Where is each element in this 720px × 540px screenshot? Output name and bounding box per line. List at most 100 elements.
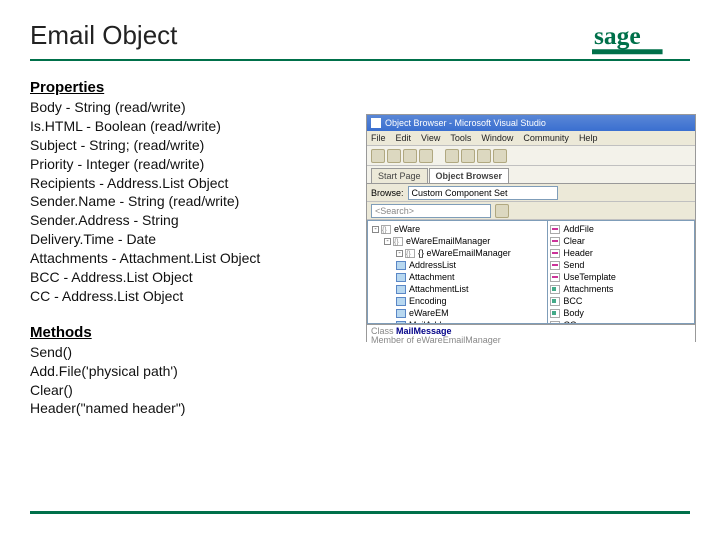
menu-item[interactable]: Tools xyxy=(450,133,471,143)
tree-node[interactable]: MailAddress xyxy=(370,319,545,324)
object-browser-window: Object Browser - Microsoft Visual Studio… xyxy=(366,114,696,342)
member-item[interactable]: Attachments xyxy=(550,283,692,295)
tree-label: Attachment xyxy=(409,271,455,283)
tree-node[interactable]: - {} eWareEmailManager xyxy=(370,247,545,259)
member-label: Header xyxy=(563,247,593,259)
document-tabs[interactable]: Start Page Object Browser xyxy=(367,166,695,184)
method-line: Add.File('physical path') xyxy=(30,362,690,381)
tree-label: eWareEM xyxy=(409,307,449,319)
member-label: CC xyxy=(563,319,576,324)
member-list-pane[interactable]: AddFileClearHeaderSendUseTemplateAttachm… xyxy=(547,220,695,324)
tree-label: eWareEmailManager xyxy=(406,235,490,247)
class-icon xyxy=(396,285,406,294)
tab-start-page[interactable]: Start Page xyxy=(371,168,428,183)
svg-text:sage: sage xyxy=(594,21,641,50)
class-icon xyxy=(396,297,406,306)
tree-node[interactable]: AttachmentList xyxy=(370,283,545,295)
menu-item[interactable]: Window xyxy=(481,133,513,143)
toolbar-icon[interactable] xyxy=(419,149,433,163)
toolbar-icon[interactable] xyxy=(387,149,401,163)
tree-node[interactable]: AddressList xyxy=(370,259,545,271)
properties-header: Properties xyxy=(30,79,690,96)
member-item[interactable]: AddFile xyxy=(550,223,692,235)
tree-label: MailAddress xyxy=(409,319,459,324)
toolbar-icon[interactable] xyxy=(445,149,459,163)
search-input[interactable]: <Search> xyxy=(371,204,491,218)
title-divider xyxy=(30,59,690,61)
toolbar-icon[interactable] xyxy=(371,149,385,163)
method-icon xyxy=(550,225,560,234)
menu-item[interactable]: Community xyxy=(523,133,569,143)
window-title: Object Browser - Microsoft Visual Studio xyxy=(385,115,546,131)
tree-node[interactable]: - eWare xyxy=(370,223,545,235)
method-icon xyxy=(550,273,560,282)
menu-bar[interactable]: File Edit View Tools Window Community Help xyxy=(367,131,695,146)
method-line: Send() xyxy=(30,343,690,362)
detail-pane: Class MailMessage Member of eWareEmailMa… xyxy=(367,324,695,343)
method-line: Header("named header") xyxy=(30,399,690,418)
browse-label: Browse: xyxy=(371,188,404,198)
tree-node[interactable]: Encoding xyxy=(370,295,545,307)
menu-item[interactable]: View xyxy=(421,133,440,143)
property-icon xyxy=(550,285,560,294)
toolbar-icon[interactable] xyxy=(461,149,475,163)
window-titlebar: Object Browser - Microsoft Visual Studio xyxy=(367,115,695,131)
member-label: UseTemplate xyxy=(563,271,616,283)
tree-label: AttachmentList xyxy=(409,283,469,295)
page-title: Email Object xyxy=(30,20,690,51)
member-item[interactable]: CC xyxy=(550,319,692,324)
menu-item[interactable]: Edit xyxy=(396,133,412,143)
namespace-tree-pane[interactable]: -eWare-eWareEmailManager-{} eWareEmailMa… xyxy=(367,220,547,324)
browse-bar: Browse: Custom Component Set xyxy=(367,184,695,202)
member-item[interactable]: Clear xyxy=(550,235,692,247)
member-label: Body xyxy=(563,307,584,319)
namespace-icon xyxy=(405,249,415,258)
member-label: BCC xyxy=(563,295,582,307)
tree-node[interactable]: - eWareEmailManager xyxy=(370,235,545,247)
browse-dropdown[interactable]: Custom Component Set xyxy=(408,186,558,200)
namespace-icon xyxy=(381,225,391,234)
collapse-icon[interactable]: - xyxy=(384,238,391,245)
member-label: AddFile xyxy=(563,223,594,235)
member-item[interactable]: Header xyxy=(550,247,692,259)
member-item[interactable]: UseTemplate xyxy=(550,271,692,283)
class-icon xyxy=(396,273,406,282)
toolbar-icon[interactable] xyxy=(477,149,491,163)
toolbar[interactable] xyxy=(367,146,695,166)
member-item[interactable]: Send xyxy=(550,259,692,271)
property-icon xyxy=(550,309,560,318)
menu-item[interactable]: Help xyxy=(579,133,598,143)
tree-label: eWare xyxy=(394,223,420,235)
search-go-icon[interactable] xyxy=(495,204,509,218)
tree-node[interactable]: Attachment xyxy=(370,271,545,283)
methods-list: Send()Add.File('physical path')Clear()He… xyxy=(30,343,690,419)
tree-label: Encoding xyxy=(409,295,447,307)
detail-member-of: Member of eWareEmailManager xyxy=(371,335,501,345)
method-icon xyxy=(550,249,560,258)
property-icon xyxy=(550,297,560,306)
collapse-icon[interactable]: - xyxy=(396,250,403,257)
member-item[interactable]: BCC xyxy=(550,295,692,307)
toolbar-icon[interactable] xyxy=(493,149,507,163)
toolbar-icon[interactable] xyxy=(403,149,417,163)
tree-label: AddressList xyxy=(409,259,456,271)
class-icon xyxy=(396,321,406,325)
collapse-icon[interactable]: - xyxy=(372,226,379,233)
tree-label: {} eWareEmailManager xyxy=(418,247,511,259)
slide-footer-line xyxy=(30,511,690,514)
member-item[interactable]: Body xyxy=(550,307,692,319)
sage-logo: sage xyxy=(592,20,690,60)
namespace-icon xyxy=(393,237,403,246)
method-line: Clear() xyxy=(30,381,690,400)
search-bar: <Search> xyxy=(367,202,695,220)
class-icon xyxy=(396,309,406,318)
method-icon xyxy=(550,237,560,246)
tree-node[interactable]: eWareEM xyxy=(370,307,545,319)
member-label: Attachments xyxy=(563,283,613,295)
property-icon xyxy=(550,321,560,325)
member-label: Clear xyxy=(563,235,585,247)
tab-object-browser[interactable]: Object Browser xyxy=(429,168,510,183)
app-icon xyxy=(371,118,381,128)
method-icon xyxy=(550,261,560,270)
menu-item[interactable]: File xyxy=(371,133,386,143)
